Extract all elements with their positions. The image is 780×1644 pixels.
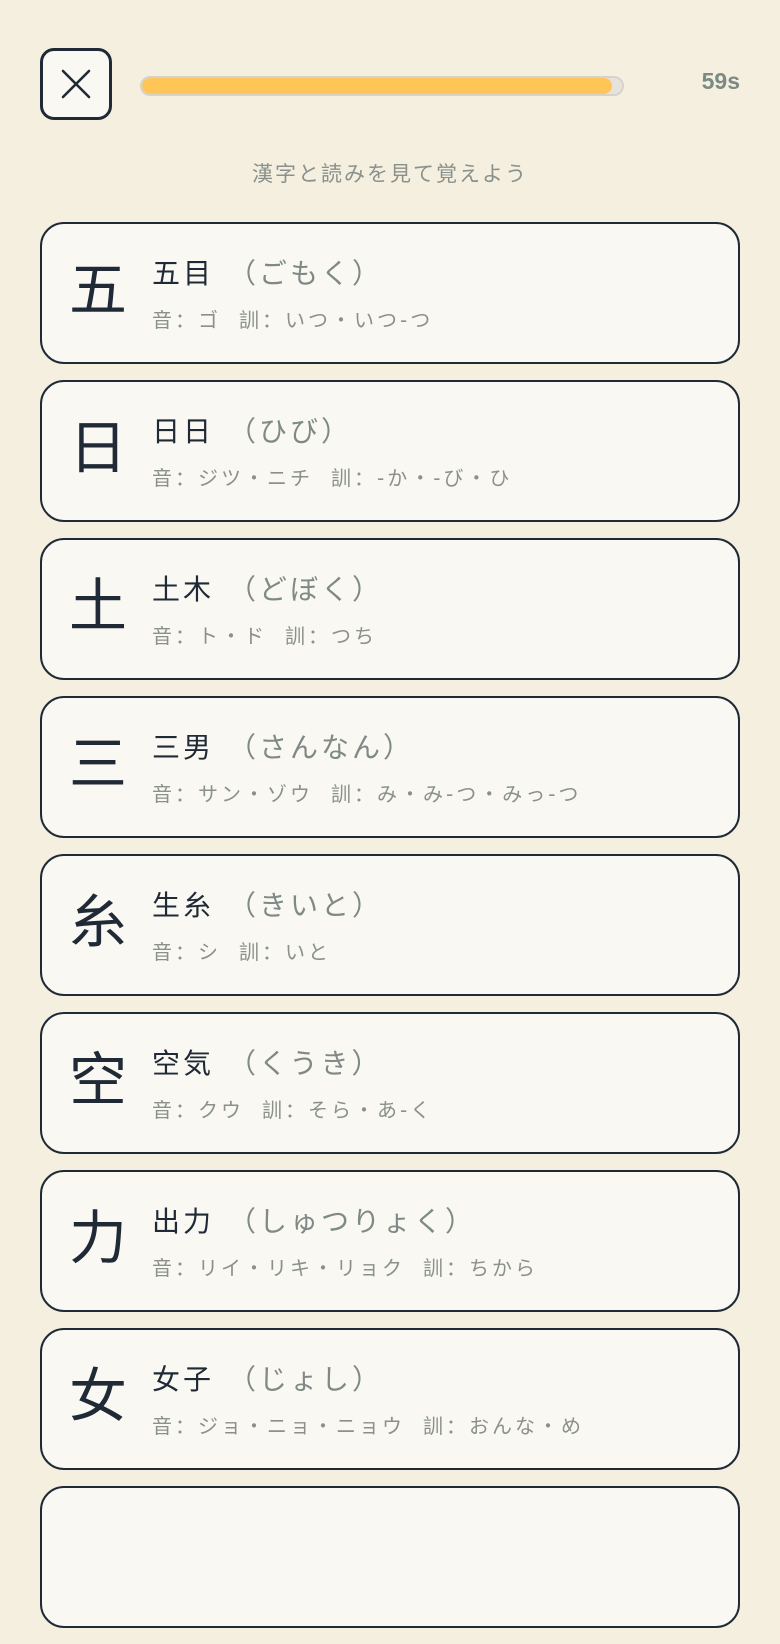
kun-reading: 訓：いと [239, 940, 331, 964]
kanji-card[interactable]: 三 三男 （さんなん） 音：サン・ゾウ 訓：み・み-つ・みっ-つ [40, 696, 740, 838]
kun-reading: 訓：み・み-つ・みっ-つ [331, 782, 582, 806]
readings: 音：ト・ド 訓：つち [152, 620, 377, 649]
example-word: 土木 （どぼく） [152, 568, 383, 608]
word-reading: （しゅつりょく） [228, 1205, 477, 1238]
close-icon [61, 69, 91, 99]
instruction-text: 漢字と読みを見て覚えよう [252, 162, 528, 186]
on-reading: 音：ジョ・ニョ・ニョウ [152, 1414, 405, 1438]
word-reading: （どぼく） [228, 573, 384, 606]
kanji-character: 糸 [68, 888, 127, 956]
word-kanji: 日日 [152, 415, 215, 448]
on-reading: 音：ジツ・ニチ [152, 466, 313, 490]
word-kanji: 三男 [152, 731, 215, 764]
readings: 音：ジョ・ニョ・ニョウ 訓：おんな・め [152, 1410, 584, 1439]
kun-reading: 訓：ちから [423, 1256, 538, 1280]
kanji-character: 三 [68, 730, 127, 798]
kun-reading: 訓：おんな・め [423, 1414, 584, 1438]
kun-reading: 訓：つち [285, 624, 377, 648]
example-word: 日日 （ひび） [152, 410, 352, 450]
on-reading: 音：ゴ [152, 308, 221, 332]
readings: 音：クウ 訓：そら・あ-く [152, 1094, 433, 1123]
on-reading: 音：ト・ド [152, 624, 267, 648]
close-button[interactable] [40, 48, 112, 120]
kanji-character: 五 [68, 256, 127, 324]
word-reading: （さんなん） [228, 731, 415, 764]
top-bar: 59s [40, 48, 740, 124]
word-reading: （ごもく） [228, 257, 384, 290]
kanji-character: 土 [68, 572, 127, 640]
kun-reading: 訓：いつ・いつ-つ [239, 308, 434, 332]
kanji-card[interactable]: 土 土木 （どぼく） 音：ト・ド 訓：つち [40, 538, 740, 680]
kanji-card[interactable]: 女 女子 （じょし） 音：ジョ・ニョ・ニョウ 訓：おんな・め [40, 1328, 740, 1470]
kanji-card-partial[interactable] [40, 1486, 740, 1628]
kanji-card[interactable]: 五 五目 （ごもく） 音：ゴ 訓：いつ・いつ-つ [40, 222, 740, 364]
timer-text: 59s [701, 68, 740, 94]
word-reading: （ひび） [228, 415, 353, 448]
word-reading: （きいと） [228, 889, 384, 922]
kanji-card[interactable]: 力 出力 （しゅつりょく） 音：リイ・リキ・リョク 訓：ちから [40, 1170, 740, 1312]
readings: 音：シ 訓：いと [152, 936, 331, 965]
word-reading: （じょし） [228, 1363, 384, 1396]
on-reading: 音：シ [152, 940, 221, 964]
kanji-character: 日 [68, 414, 127, 482]
readings: 音：ジツ・ニチ 訓：-か・-び・ひ [152, 462, 512, 491]
kanji-character: 空 [68, 1046, 127, 1114]
on-reading: 音：クウ [152, 1098, 244, 1122]
readings: 音：リイ・リキ・リョク 訓：ちから [152, 1252, 538, 1281]
example-word: 空気 （くうき） [152, 1042, 382, 1082]
kanji-character: 女 [68, 1362, 127, 1430]
progress-bar [140, 76, 624, 96]
example-word: 生糸 （きいと） [152, 884, 383, 924]
word-reading: （くうき） [228, 1047, 383, 1080]
kanji-card[interactable]: 日 日日 （ひび） 音：ジツ・ニチ 訓：-か・-び・ひ [40, 380, 740, 522]
word-kanji: 五目 [152, 257, 215, 290]
kanji-card[interactable]: 空 空気 （くうき） 音：クウ 訓：そら・あ-く [40, 1012, 740, 1154]
readings: 音：サン・ゾウ 訓：み・み-つ・みっ-つ [152, 778, 581, 807]
kun-reading: 訓：-か・-び・ひ [331, 466, 513, 490]
kanji-card[interactable]: 糸 生糸 （きいと） 音：シ 訓：いと [40, 854, 740, 996]
kun-reading: 訓：そら・あ-く [262, 1098, 434, 1122]
word-kanji: 出力 [152, 1205, 215, 1238]
word-kanji: 空気 [152, 1047, 215, 1080]
on-reading: 音：サン・ゾウ [152, 782, 313, 806]
word-kanji: 女子 [152, 1363, 215, 1396]
word-kanji: 土木 [152, 573, 215, 606]
example-word: 三男 （さんなん） [152, 726, 414, 766]
progress-fill [142, 78, 613, 94]
example-word: 五目 （ごもく） [152, 252, 383, 292]
example-word: 女子 （じょし） [152, 1358, 383, 1398]
kanji-card-list: 五 五目 （ごもく） 音：ゴ 訓：いつ・いつ-つ 日 日日 （ひび） 音：ジツ・ニチ訓… [40, 222, 740, 1644]
example-word: 出力 （しゅつりょく） [152, 1200, 476, 1240]
word-kanji: 生糸 [152, 889, 215, 922]
kanji-character: 力 [68, 1204, 127, 1272]
on-reading: 音：リイ・リキ・リョク [152, 1256, 405, 1280]
readings: 音：ゴ 訓：いつ・いつ-つ [152, 304, 433, 333]
